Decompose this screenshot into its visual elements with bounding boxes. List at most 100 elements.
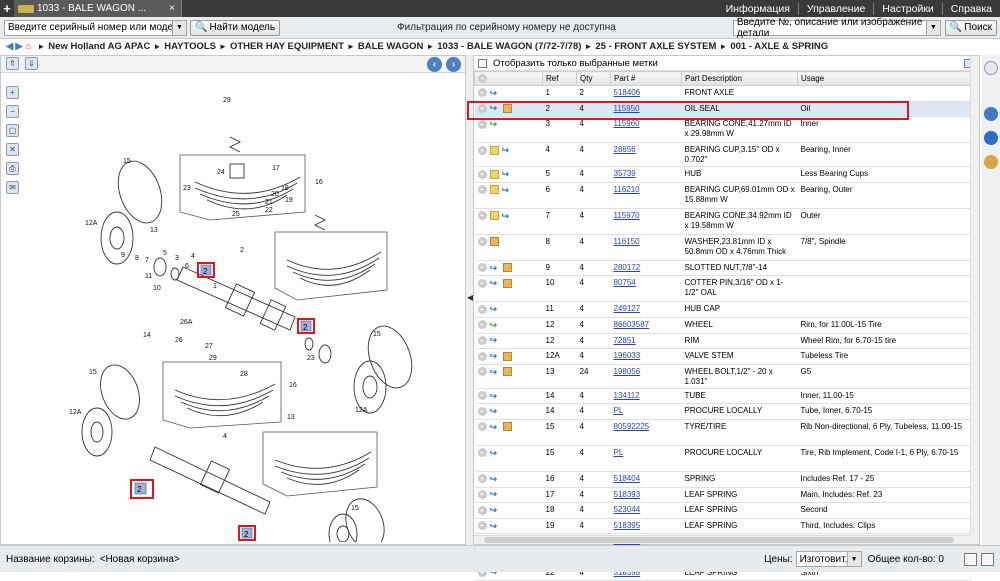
table-row[interactable]: + ↪ 12 4 72851 RIM Wheel Rim, for 6.70-15 tire (474, 333, 972, 350)
substitute-arrow-icon[interactable]: ↪ (490, 279, 500, 288)
note-icon[interactable] (489, 211, 499, 221)
header-qty[interactable]: Qty (576, 71, 611, 86)
panel-splitter[interactable]: ◀ (466, 55, 473, 545)
replacement-arrow-icon[interactable]: ↪ (490, 320, 500, 329)
add-to-basket-icon[interactable]: + (477, 367, 487, 377)
table-row[interactable]: +8 4 116150 WASHER,23.81mm ID x 50.8mm OD x… (474, 234, 972, 261)
fit-to-window-icon[interactable]: ▢ (6, 124, 19, 137)
vertical-scrollbar[interactable] (970, 56, 979, 544)
row-part-number[interactable]: 518406 (610, 85, 682, 102)
note-icon[interactable] (489, 145, 499, 155)
add-to-basket-icon[interactable]: + (477, 119, 487, 129)
row-part-number[interactable]: 523044 (610, 502, 682, 519)
table-row[interactable]: + ↪ 15 4 PL PROCURE LOCALLY Tire, Rib Implemen… (474, 445, 972, 472)
add-to-basket-icon[interactable]: + (477, 391, 487, 401)
package-icon[interactable] (502, 263, 512, 273)
breadcrumb-item[interactable]: BALE WAGON (358, 41, 423, 52)
substitute-arrow-icon[interactable]: ↪ (490, 521, 500, 530)
menu-management[interactable]: Управление (797, 2, 873, 15)
table-row[interactable]: + ↪ 6 4 116210 BEARING CUP,69.01mm OD x 15.88… (474, 182, 972, 209)
table-row[interactable]: + ↪ 18 4 523044 LEAF SPRING Second (474, 502, 972, 519)
row-part-number[interactable]: 198056 (610, 364, 682, 389)
add-to-basket-icon[interactable]: + (477, 489, 487, 499)
substitute-arrow-icon[interactable]: ↪ (490, 506, 500, 515)
breadcrumb-item[interactable]: 001 - AXLE & SPRING (730, 41, 828, 52)
part-number-link[interactable]: 115960 (614, 119, 640, 128)
part-number-link[interactable]: 249127 (614, 304, 641, 313)
substitute-arrow-icon[interactable]: ↪ (502, 211, 512, 220)
row-part-number[interactable]: 80754 (610, 275, 682, 303)
basket-name[interactable]: <Новая корзина> (100, 554, 180, 565)
chevron-down-icon[interactable]: ▼ (925, 20, 940, 35)
move-down-icon[interactable]: ⇓ (25, 57, 38, 70)
zoom-in-icon[interactable]: + (6, 86, 19, 99)
note-icon[interactable] (489, 169, 499, 179)
clear-selection-icon[interactable]: ✕ (6, 143, 19, 156)
breadcrumb-item[interactable]: HAYTOOLS (164, 41, 216, 52)
menu-help[interactable]: Справка (941, 2, 1000, 15)
table-row[interactable]: + ↪ 13 24 198056 WHEEL BOLT,1/2" - 20 x 1.031… (474, 364, 972, 389)
row-part-number[interactable]: 518404 (610, 471, 682, 488)
add-to-basket-icon[interactable]: + (477, 320, 487, 330)
table-row[interactable]: + ↪ 11 4 249127 HUB CAP (474, 301, 972, 318)
add-to-basket-icon[interactable]: + (477, 422, 487, 432)
zoom-out-icon[interactable]: − (6, 105, 19, 118)
user-icon[interactable] (984, 155, 998, 169)
package-icon[interactable] (502, 278, 512, 288)
table-row[interactable]: + ↪ 7 4 115970 BEARING CONE,34.92mm ID x 19.5… (474, 208, 972, 235)
part-number-link[interactable]: 198056 (614, 367, 641, 376)
breadcrumb-item[interactable]: 25 - FRONT AXLE SYSTEM (595, 41, 716, 52)
copy-icon[interactable] (964, 552, 977, 566)
part-number-link[interactable]: 35739 (614, 169, 636, 178)
table-row[interactable]: + ↪ 9 4 280172 SLOTTED NUT,7/8"-14 (474, 260, 972, 277)
exploded-parts-diagram[interactable]: 2 2 2 2 29 15 12A 16 17 24 23 18 20 19 2… (25, 92, 445, 542)
row-part-number[interactable]: 280172 (610, 260, 682, 277)
part-number-link[interactable]: 72851 (614, 336, 636, 345)
part-number-link[interactable]: 28656 (614, 145, 636, 154)
row-part-number[interactable]: 115970 (610, 208, 682, 235)
substitute-arrow-icon[interactable]: ↪ (490, 336, 500, 345)
add-to-basket-icon[interactable]: + (477, 145, 487, 155)
table-row[interactable]: + ↪ 12A 4 196033 VALVE STEM Tubeless Tire (474, 348, 972, 365)
table-row[interactable]: + ↪ 1 2 518406 FRONT AXLE (474, 85, 972, 102)
substitute-arrow-icon[interactable]: ↪ (490, 352, 500, 361)
print-icon[interactable]: ⎙ (6, 162, 19, 175)
part-number-link[interactable]: 518395 (614, 521, 641, 530)
scrollbar-thumb[interactable] (484, 537, 954, 543)
substitute-arrow-icon[interactable]: ↪ (490, 367, 500, 376)
package-icon[interactable] (502, 351, 512, 361)
substitute-arrow-icon[interactable]: ↪ (502, 146, 512, 155)
breadcrumb-item[interactable]: OTHER HAY EQUIPMENT (230, 41, 344, 52)
substitute-arrow-icon[interactable]: ↪ (490, 263, 500, 272)
magnifier-icon[interactable] (984, 61, 998, 75)
basket-icon[interactable] (981, 552, 994, 566)
row-part-number[interactable]: 518395 (610, 518, 682, 535)
replacement-arrow-icon[interactable]: ↪ (490, 120, 500, 129)
header-part-number[interactable]: Part # (610, 71, 682, 86)
add-to-basket-icon[interactable]: + (477, 169, 487, 179)
close-icon[interactable]: × (169, 3, 175, 14)
previous-page-icon[interactable]: ‹ (427, 57, 442, 72)
part-number-link[interactable]: 116150 (614, 237, 640, 246)
row-part-number[interactable]: 249127 (610, 301, 682, 318)
row-part-number[interactable]: 134112 (610, 388, 682, 405)
table-row[interactable]: + ↪ 14 4 PL PROCURE LOCALLY Tube, Inner, 6.70-… (474, 403, 972, 420)
add-to-basket-icon[interactable]: + (477, 505, 487, 515)
part-number-link[interactable]: 518404 (614, 474, 641, 483)
header-ref[interactable]: Ref (542, 71, 577, 86)
row-part-number[interactable]: 116210 (610, 182, 682, 209)
breadcrumb-item[interactable]: New Holland AG APAC (48, 41, 150, 52)
breadcrumb-item[interactable]: 1033 - BALE WAGON (7/72-7/78) (437, 41, 581, 52)
note-icon[interactable] (489, 185, 499, 195)
table-row[interactable]: + ↪ 3 4 115960 BEARING CONE,41.27mm ID x 29.9… (474, 116, 972, 144)
row-part-number[interactable]: PL (610, 445, 682, 472)
package-icon[interactable] (489, 237, 499, 247)
add-to-basket-icon[interactable]: + (477, 521, 487, 531)
substitute-arrow-icon[interactable]: ↪ (490, 407, 500, 416)
find-model-button[interactable]: 🔍 Найти модель (190, 19, 281, 36)
table-row[interactable]: + ↪ 14 4 134112 TUBE Inner, 11.00-15 (474, 388, 972, 405)
add-to-basket-icon[interactable]: + (477, 335, 487, 345)
header-description[interactable]: Part Description (681, 71, 798, 86)
substitute-arrow-icon[interactable]: ↪ (502, 170, 512, 179)
new-tab-button[interactable]: + (0, 1, 14, 16)
